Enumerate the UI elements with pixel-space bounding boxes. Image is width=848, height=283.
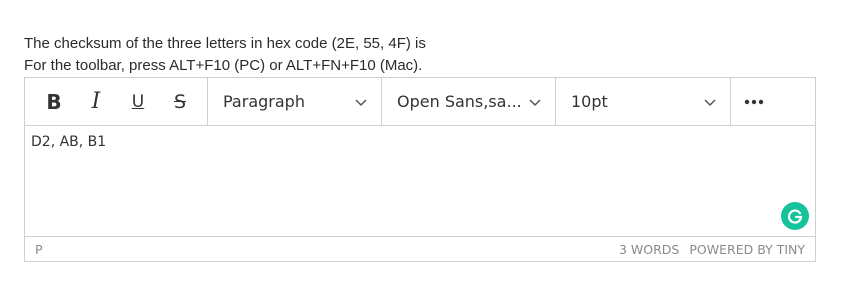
- font-family-value: Open Sans,sa...: [397, 92, 522, 111]
- bold-button[interactable]: B: [33, 85, 75, 119]
- question-line-1: The checksum of the three letters in hex…: [24, 35, 426, 52]
- word-count[interactable]: 3 WORDS: [619, 242, 679, 257]
- more-options-button[interactable]: [731, 78, 777, 125]
- chevron-down-icon: [529, 98, 541, 106]
- font-family-dropdown[interactable]: Open Sans,sa...: [382, 78, 556, 125]
- grammarly-button[interactable]: [781, 202, 809, 230]
- editor-text[interactable]: D2, AB, B1: [31, 134, 809, 150]
- question-text: The checksum of the three letters in hex…: [24, 33, 426, 77]
- grammarly-icon: [787, 209, 803, 224]
- block-format-dropdown[interactable]: Paragraph: [208, 78, 382, 125]
- italic-button[interactable]: I: [75, 85, 117, 119]
- editor-content-area[interactable]: D2, AB, B1: [25, 126, 815, 237]
- toolbar-hint: For the toolbar, press ALT+F10 (PC) or A…: [24, 57, 423, 74]
- editor-statusbar: P 3 WORDS POWERED BY TINY: [25, 237, 815, 261]
- editor-toolbar: B I U S Paragraph Open Sans,sa... 10pt: [25, 78, 815, 126]
- status-right: 3 WORDS POWERED BY TINY: [619, 242, 805, 257]
- underline-button[interactable]: U: [117, 85, 159, 119]
- chevron-down-icon: [704, 98, 716, 106]
- strikethrough-icon: S: [173, 90, 187, 113]
- block-format-value: Paragraph: [223, 92, 305, 111]
- format-button-group: B I U S: [25, 78, 208, 125]
- element-path[interactable]: P: [35, 242, 43, 257]
- ellipsis-icon: [744, 99, 764, 104]
- chevron-down-icon: [355, 98, 367, 106]
- rich-text-editor: B I U S Paragraph Open Sans,sa... 10pt D…: [24, 77, 816, 262]
- strikethrough-button[interactable]: S: [159, 85, 201, 119]
- font-size-dropdown[interactable]: 10pt: [556, 78, 731, 125]
- italic-icon: I: [91, 89, 101, 114]
- underline-icon: U: [131, 91, 145, 112]
- powered-by-link[interactable]: POWERED BY TINY: [689, 242, 805, 257]
- bold-icon: B: [46, 89, 62, 114]
- font-size-value: 10pt: [571, 92, 608, 111]
